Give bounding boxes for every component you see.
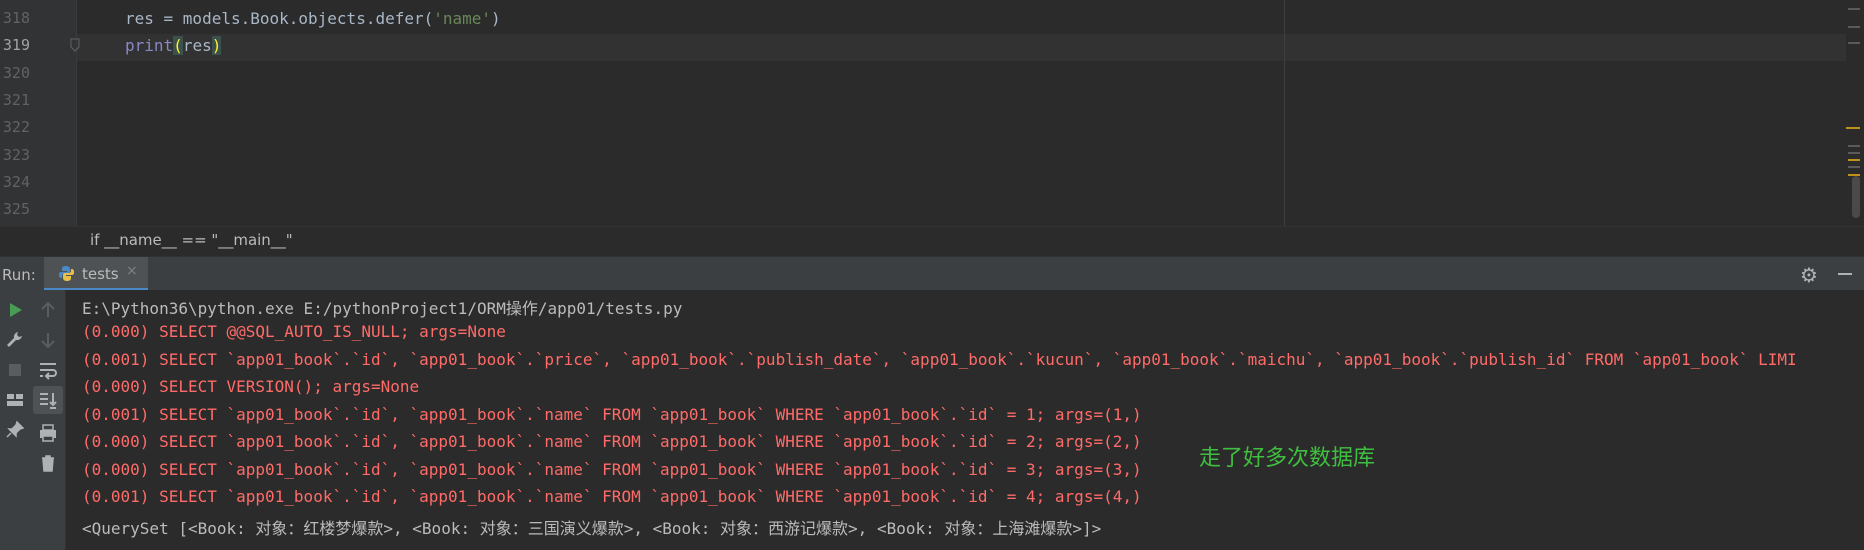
breadcrumb-bar: if __name__ == "__main__": [0, 226, 1864, 255]
code-line-319[interactable]: print(res): [125, 36, 222, 55]
tab-tests[interactable]: tests ×: [44, 257, 148, 291]
print-icon[interactable]: [36, 422, 60, 444]
up-arrow-icon[interactable]: [36, 299, 60, 321]
minimize-icon[interactable]: [1838, 273, 1852, 275]
line-number: 318: [2, 9, 30, 27]
run-panel-header: Run: tests × ⚙: [0, 256, 1864, 291]
console-output[interactable]: E:\Python36\python.exe E:/pythonProject1…: [66, 290, 1864, 550]
annotation-text: 走了好多次数据库: [1199, 446, 1376, 471]
console-line: (0.001) SELECT `app01_book`.`id`, `app01…: [82, 350, 1797, 369]
fold-marker-icon[interactable]: [70, 38, 80, 52]
line-number-current: 319: [2, 36, 30, 54]
code-text: res = models.Book.objects.defer(: [125, 9, 434, 28]
console-line: (0.000) SELECT VERSION(); args=None: [82, 377, 420, 396]
console-line: (0.000) SELECT `app01_book`.`id`, `app01…: [82, 432, 1142, 451]
code-builtin: print: [125, 36, 174, 55]
line-number-gutter: 318 319 320 321 322 323 324 325: [0, 0, 77, 226]
scroll-mark: [1848, 152, 1860, 154]
scroll-thumb[interactable]: [1852, 176, 1860, 218]
scroll-mark: [1848, 8, 1860, 10]
scroll-mark: [1848, 42, 1860, 44]
code-string: 'name': [433, 9, 492, 28]
warning-mark[interactable]: [1848, 159, 1860, 161]
soft-wrap-icon[interactable]: [36, 359, 60, 381]
line-number: 325: [2, 200, 30, 218]
tab-label: tests: [82, 265, 119, 283]
down-arrow-icon[interactable]: [36, 329, 60, 351]
console-line: (0.001) SELECT `app01_book`.`id`, `app01…: [82, 405, 1142, 424]
scroll-to-end-toggle[interactable]: [33, 386, 63, 414]
scroll-mark: [1848, 145, 1860, 147]
matched-paren: ): [211, 36, 222, 55]
console-line: (0.000) SELECT `app01_book`.`id`, `app01…: [82, 460, 1142, 479]
line-number: 324: [2, 173, 30, 191]
rerun-icon[interactable]: [3, 299, 27, 321]
run-label: Run:: [2, 266, 36, 284]
caret-row-highlight: [77, 34, 1847, 61]
close-icon[interactable]: ×: [126, 263, 138, 279]
editor-scrollbar[interactable]: [1846, 0, 1864, 226]
python-icon: [59, 266, 74, 281]
line-number: 323: [2, 146, 30, 164]
scroll-mark: [1848, 26, 1860, 28]
line-number: 322: [2, 118, 30, 136]
breadcrumb[interactable]: if __name__ == "__main__": [90, 231, 293, 249]
console-line: <QuerySet [<Book: 对象：红楼梦爆款>, <Book: 对象：三…: [82, 519, 1102, 538]
console-line: (0.000) SELECT @@SQL_AUTO_IS_NULL; args=…: [82, 322, 506, 341]
console-line: (0.001) SELECT `app01_book`.`id`, `app01…: [82, 487, 1142, 506]
layout-icon[interactable]: [3, 389, 27, 411]
warning-mark[interactable]: [1846, 127, 1860, 129]
code-text: res: [182, 36, 212, 55]
code-editor[interactable]: 318 319 320 321 322 323 324 325 res = mo…: [0, 0, 1864, 226]
scroll-to-end-icon: [40, 393, 57, 409]
line-number: 320: [2, 64, 30, 82]
run-toolbar-primary: [0, 290, 30, 550]
trash-icon[interactable]: [36, 452, 60, 474]
scroll-mark: [1848, 166, 1860, 168]
wrench-icon[interactable]: [3, 329, 27, 351]
console-line: E:\Python36\python.exe E:/pythonProject1…: [82, 299, 683, 318]
matched-paren: (: [173, 36, 183, 55]
run-toolbar-secondary: [30, 290, 66, 550]
right-margin-guide: [1284, 0, 1285, 226]
line-number: 321: [2, 91, 30, 109]
gear-icon[interactable]: ⚙: [1800, 263, 1818, 287]
code-text: ): [491, 9, 501, 28]
code-line-318[interactable]: res = models.Book.objects.defer('name'): [125, 9, 501, 28]
pin-icon[interactable]: [3, 419, 27, 441]
stop-icon[interactable]: [3, 359, 27, 381]
